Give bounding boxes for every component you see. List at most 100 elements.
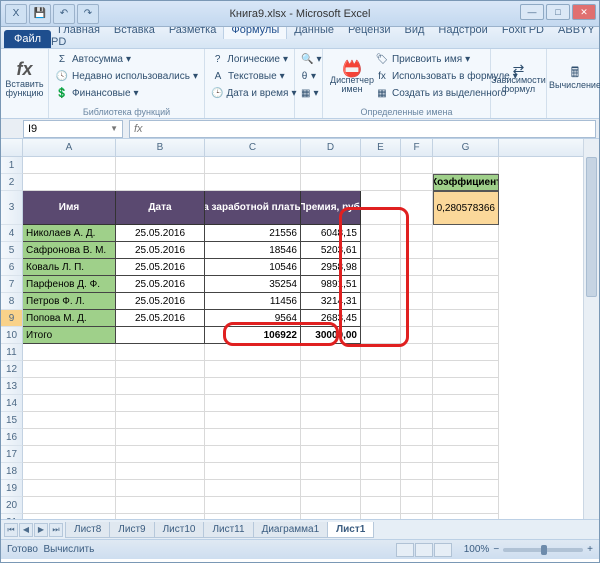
cell[interactable] xyxy=(205,429,301,446)
cell[interactable] xyxy=(116,327,205,344)
cell[interactable] xyxy=(23,480,116,497)
select-all-corner[interactable] xyxy=(1,139,23,156)
cell[interactable] xyxy=(23,412,116,429)
row-header-9[interactable]: 9 xyxy=(1,310,23,327)
col-header-E[interactable]: E xyxy=(361,139,401,156)
sum-cell[interactable]: 9564 xyxy=(205,310,301,327)
cell[interactable] xyxy=(433,463,499,480)
cell[interactable] xyxy=(433,327,499,344)
insert-function-button[interactable]: fx Вставить функцию xyxy=(7,51,42,105)
sheet-nav-prev[interactable]: ◀ xyxy=(19,523,33,537)
cell[interactable] xyxy=(301,174,361,191)
view-break-button[interactable] xyxy=(434,543,452,557)
cell[interactable] xyxy=(401,361,433,378)
cell[interactable] xyxy=(401,463,433,480)
cell[interactable] xyxy=(116,514,205,519)
row-header-8[interactable]: 8 xyxy=(1,293,23,310)
cell[interactable] xyxy=(23,157,116,174)
cell[interactable] xyxy=(433,344,499,361)
cell[interactable] xyxy=(116,497,205,514)
formula-deps-button[interactable]: ⇄ Зависимости формул xyxy=(497,51,540,105)
table-header[interactable]: Дата xyxy=(116,191,205,225)
cell[interactable] xyxy=(433,395,499,412)
cell[interactable] xyxy=(116,480,205,497)
cell[interactable] xyxy=(433,310,499,327)
date-cell[interactable]: 25.05.2016 xyxy=(116,259,205,276)
cell[interactable] xyxy=(361,242,401,259)
premium-cell[interactable]: 2958,98 xyxy=(301,259,361,276)
sheet-nav-first[interactable]: ⏮ xyxy=(4,523,18,537)
cell[interactable] xyxy=(361,514,401,519)
row-header-13[interactable]: 13 xyxy=(1,378,23,395)
lookup-button[interactable]: 🔍▾ xyxy=(301,51,316,68)
name-cell[interactable]: Попова М. Д. xyxy=(23,310,116,327)
row-header-6[interactable]: 6 xyxy=(1,259,23,276)
cell[interactable] xyxy=(205,412,301,429)
cell[interactable] xyxy=(361,463,401,480)
name-box[interactable]: I9▼ xyxy=(23,120,123,138)
cell[interactable] xyxy=(401,480,433,497)
cell[interactable] xyxy=(361,157,401,174)
cell[interactable] xyxy=(433,242,499,259)
cell[interactable] xyxy=(116,446,205,463)
cell[interactable] xyxy=(205,361,301,378)
cell[interactable] xyxy=(433,446,499,463)
col-header-A[interactable]: A xyxy=(23,139,116,156)
cell[interactable] xyxy=(433,293,499,310)
sum-cell[interactable]: 35254 xyxy=(205,276,301,293)
sheet-tab-Лист11[interactable]: Лист11 xyxy=(203,522,253,538)
cell[interactable] xyxy=(401,242,433,259)
coefficient-label[interactable]: Коэффициент xyxy=(433,174,499,191)
cell[interactable] xyxy=(361,412,401,429)
sum-cell[interactable]: 11456 xyxy=(205,293,301,310)
sum-cell[interactable]: 21556 xyxy=(205,225,301,242)
formula-bar[interactable]: fx xyxy=(129,120,596,138)
row-header-1[interactable]: 1 xyxy=(1,157,23,174)
cell[interactable] xyxy=(116,463,205,480)
more-button[interactable]: ▦▾ xyxy=(301,85,316,102)
premium-cell[interactable]: 9891,51 xyxy=(301,276,361,293)
cell[interactable] xyxy=(433,259,499,276)
sheet-tab-Лист9[interactable]: Лист9 xyxy=(109,522,154,538)
sheet-nav-last[interactable]: ⏭ xyxy=(49,523,63,537)
table-header[interactable]: Сумма заработной платы, руб. xyxy=(205,191,301,225)
chevron-down-icon[interactable]: ▼ xyxy=(110,124,118,133)
sheet-nav-next[interactable]: ▶ xyxy=(34,523,48,537)
cell[interactable] xyxy=(401,293,433,310)
maximize-button[interactable]: □ xyxy=(546,4,570,20)
close-button[interactable]: ✕ xyxy=(572,4,596,20)
cell[interactable] xyxy=(23,344,116,361)
cell[interactable] xyxy=(361,259,401,276)
cell[interactable] xyxy=(361,429,401,446)
cell[interactable] xyxy=(401,412,433,429)
cell[interactable] xyxy=(116,412,205,429)
date-cell[interactable]: 25.05.2016 xyxy=(116,293,205,310)
cell[interactable] xyxy=(361,378,401,395)
cell[interactable] xyxy=(433,514,499,519)
cell[interactable] xyxy=(361,361,401,378)
cell[interactable] xyxy=(301,412,361,429)
row-header-21[interactable]: 21 xyxy=(1,514,23,519)
cell[interactable] xyxy=(401,225,433,242)
row-header-14[interactable]: 14 xyxy=(1,395,23,412)
row-header-18[interactable]: 18 xyxy=(1,463,23,480)
zoom-slider[interactable] xyxy=(503,548,583,552)
premium-cell[interactable]: 6048,15 xyxy=(301,225,361,242)
cell[interactable] xyxy=(401,514,433,519)
cell[interactable] xyxy=(361,497,401,514)
cell[interactable] xyxy=(23,514,116,519)
name-cell[interactable]: Николаев А. Д. xyxy=(23,225,116,242)
minimize-button[interactable]: — xyxy=(520,4,544,20)
cell[interactable] xyxy=(401,276,433,293)
cell[interactable] xyxy=(116,429,205,446)
cell[interactable] xyxy=(361,344,401,361)
view-normal-button[interactable] xyxy=(396,543,414,557)
row-header-7[interactable]: 7 xyxy=(1,276,23,293)
cell[interactable] xyxy=(301,463,361,480)
row-header-3[interactable]: 3 xyxy=(1,191,23,225)
row-header-19[interactable]: 19 xyxy=(1,480,23,497)
cell[interactable] xyxy=(23,174,116,191)
cell[interactable] xyxy=(401,344,433,361)
row-header-15[interactable]: 15 xyxy=(1,412,23,429)
file-tab[interactable]: Файл xyxy=(4,30,51,48)
